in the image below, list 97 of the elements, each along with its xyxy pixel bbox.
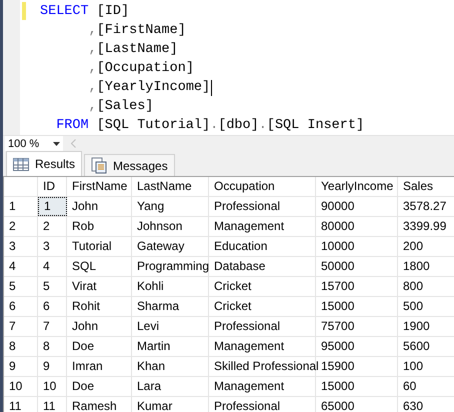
table-cell[interactable]: SQL	[67, 257, 132, 276]
row-number[interactable]: 6	[4, 297, 38, 316]
table-cell[interactable]: 15900	[316, 357, 398, 376]
table-cell[interactable]: 10	[38, 377, 67, 396]
table-cell[interactable]: 1800	[398, 257, 454, 276]
table-cell[interactable]: John	[67, 317, 132, 336]
table-cell[interactable]: Ramesh	[67, 397, 132, 412]
table-cell[interactable]: Management	[209, 377, 316, 396]
code-line: FROM [SQL Tutorial].[dbo].[SQL Insert]	[56, 117, 364, 135]
table-cell[interactable]: Cricket	[209, 277, 316, 296]
table-cell[interactable]: 3399.99	[398, 217, 454, 236]
row-number[interactable]: 11	[4, 397, 38, 412]
table-cell[interactable]: Johnson	[132, 217, 209, 236]
code-line: ,[YearlyIncome]	[88, 79, 210, 97]
table-cell[interactable]: Rohit	[67, 297, 132, 316]
row-number[interactable]: 2	[4, 217, 38, 236]
column-header[interactable]: Sales	[398, 177, 454, 196]
code-line: SELECT [ID]	[40, 3, 130, 21]
table-cell[interactable]: 80000	[316, 217, 398, 236]
table-cell[interactable]: 11	[38, 397, 67, 412]
table-cell[interactable]: Professional	[209, 197, 316, 216]
table-cell[interactable]: 4	[38, 257, 67, 276]
table-cell[interactable]: 200	[398, 237, 454, 256]
table-cell[interactable]: 15700	[316, 277, 398, 296]
table-cell[interactable]: Education	[209, 237, 316, 256]
table-cell[interactable]: 9	[38, 357, 67, 376]
column-header[interactable]: ID	[38, 177, 67, 196]
row-number[interactable]: 9	[4, 357, 38, 376]
row-number[interactable]: 7	[4, 317, 38, 336]
table-cell[interactable]: Imran	[67, 357, 132, 376]
table-cell[interactable]: 8	[38, 337, 67, 356]
caret-icon	[53, 142, 60, 146]
table-cell[interactable]: 75700	[316, 317, 398, 336]
table-cell[interactable]: 1900	[398, 317, 454, 336]
code-line: ,[Sales]	[88, 98, 154, 116]
table-cell[interactable]: Yang	[132, 197, 209, 216]
table-cell[interactable]: Management	[209, 337, 316, 356]
table-cell[interactable]: 50000	[316, 257, 398, 276]
table-cell[interactable]: 65000	[316, 397, 398, 412]
result-tab[interactable]: Messages	[84, 154, 175, 176]
table-cell[interactable]: 60	[398, 377, 454, 396]
table-cell[interactable]: 800	[398, 277, 454, 296]
column-header[interactable]: Occupation	[209, 177, 316, 196]
table-cell[interactable]: 7	[38, 317, 67, 336]
table-cell[interactable]: 3578.27	[398, 197, 454, 216]
document-icon	[91, 157, 108, 174]
table-cell[interactable]: Rob	[67, 217, 132, 236]
table-cell[interactable]: 6	[38, 297, 67, 316]
table-cell[interactable]: Management	[209, 217, 316, 236]
table-cell[interactable]: 95000	[316, 337, 398, 356]
grid-icon	[13, 158, 29, 170]
table-cell[interactable]: Kohli	[132, 277, 209, 296]
table-cell[interactable]: Programming	[132, 257, 209, 276]
table-cell[interactable]: Levi	[132, 317, 209, 336]
table-cell[interactable]: Martin	[132, 337, 209, 356]
table-cell[interactable]: Professional	[209, 397, 316, 412]
table-cell[interactable]: 10000	[316, 237, 398, 256]
result-tab[interactable]: Results	[6, 151, 82, 176]
column-header[interactable]: YearlyIncome	[316, 177, 398, 196]
table-cell[interactable]: John	[67, 197, 132, 216]
row-number[interactable]: 5	[4, 277, 38, 296]
row-number[interactable]: 3	[4, 237, 38, 256]
table-cell[interactable]: Virat	[67, 277, 132, 296]
table-cell[interactable]: 100	[398, 357, 454, 376]
table-cell[interactable]: 5600	[398, 337, 454, 356]
table-cell[interactable]: 500	[398, 297, 454, 316]
table-cell[interactable]: Cricket	[209, 297, 316, 316]
table-cell[interactable]: Gateway	[132, 237, 209, 256]
table-cell[interactable]: 90000	[316, 197, 398, 216]
column-header[interactable]: LastName	[132, 177, 209, 196]
table-cell[interactable]: 1	[38, 197, 67, 216]
table-cell[interactable]: Professional	[209, 317, 316, 336]
column-header[interactable]: FirstName	[67, 177, 132, 196]
table-cell[interactable]: 5	[38, 277, 67, 296]
table-cell[interactable]: Skilled Professional	[209, 357, 316, 376]
row-number[interactable]: 4	[4, 257, 38, 276]
code-line: ,[LastName]	[88, 41, 178, 59]
zoom-dropdown[interactable]: 100 %	[5, 136, 63, 151]
table-cell[interactable]: Sharma	[132, 297, 209, 316]
table-cell[interactable]: 630	[398, 397, 454, 412]
table-cell[interactable]: 15000	[316, 297, 398, 316]
code-line: ,[FirstName]	[88, 22, 186, 40]
row-number[interactable]: 10	[4, 377, 38, 396]
table-cell[interactable]: Khan	[132, 357, 209, 376]
code-line: ,[Occupation]	[88, 60, 194, 78]
row-number[interactable]: 8	[4, 337, 38, 356]
table-cell[interactable]: Kumar	[132, 397, 209, 412]
table-cell[interactable]: 2	[38, 217, 67, 236]
table-cell[interactable]: Doe	[67, 337, 132, 356]
scroll-left-icon[interactable]	[71, 139, 76, 148]
table-cell[interactable]: 3	[38, 237, 67, 256]
table-cell[interactable]: Doe	[67, 377, 132, 396]
table-cell[interactable]: Tutorial	[67, 237, 132, 256]
change-marker	[22, 2, 26, 20]
table-cell[interactable]: Database	[209, 257, 316, 276]
table-cell[interactable]: Lara	[132, 377, 209, 396]
table-cell[interactable]: 15000	[316, 377, 398, 396]
